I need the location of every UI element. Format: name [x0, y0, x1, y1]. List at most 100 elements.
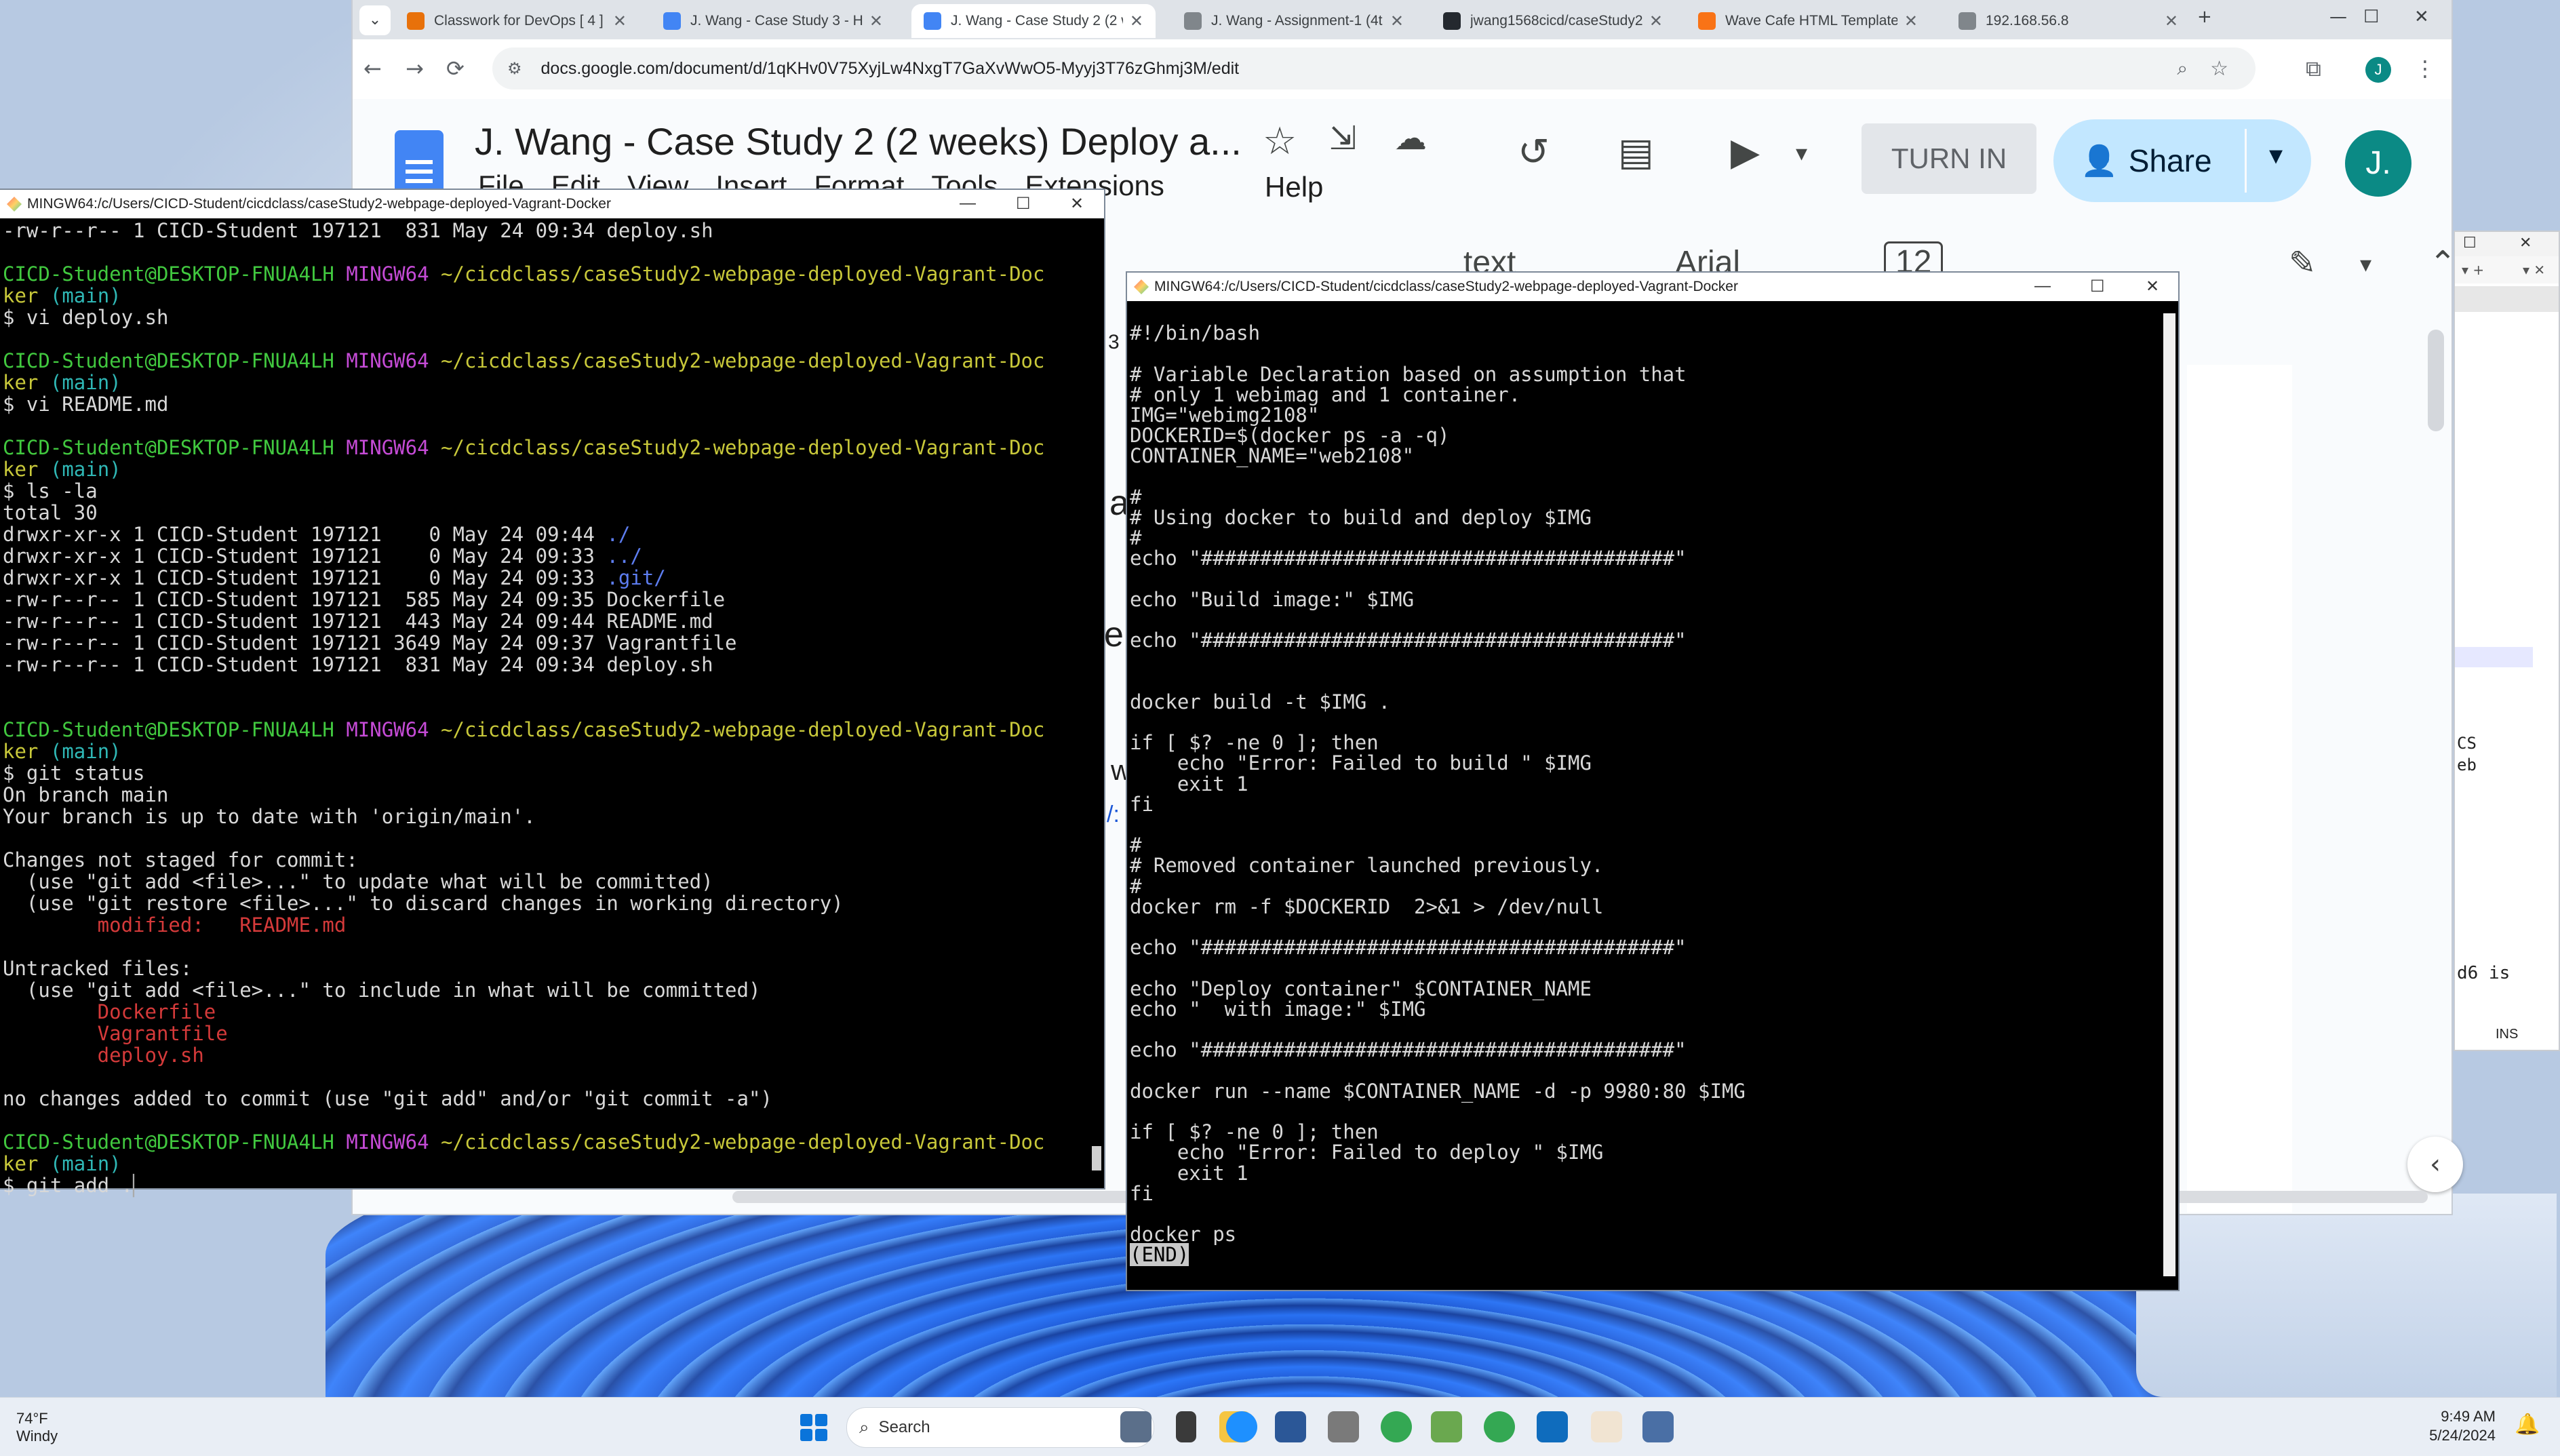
weather-temp: 74°F: [16, 1410, 48, 1427]
tab-close-icon[interactable]: ✕: [2165, 12, 2178, 31]
comments-icon[interactable]: ▤: [1618, 130, 1654, 174]
close-icon[interactable]: ✕: [1070, 194, 1084, 214]
docs-logo-icon[interactable]: [395, 130, 444, 195]
edit-mode-icon[interactable]: ✎: [2289, 244, 2316, 282]
terminal-window-left[interactable]: MINGW64:/c/Users/CICD-Student/cicdclass/…: [0, 190, 1104, 1196]
app-icon[interactable]: [1328, 1411, 1359, 1442]
menu-help[interactable]: Help: [1265, 171, 1323, 203]
turn-in-button[interactable]: TURN IN: [1862, 123, 2036, 194]
system-clock[interactable]: 9:49 AM 5/24/2024: [2394, 1407, 2496, 1445]
taskbar-app-icon[interactable]: [1120, 1411, 1151, 1442]
script-line: echo "Build image:" $IMG: [1130, 587, 1415, 611]
star-icon[interactable]: ☆: [1263, 119, 1297, 163]
maximize-icon[interactable]: ☐: [2363, 7, 2379, 27]
terminal-scrollbar[interactable]: [2163, 313, 2175, 1276]
side-panel-toggle-icon[interactable]: ‹: [2407, 1137, 2463, 1192]
url-text: docs.google.com/document/d/1qKHv0V75XyjL…: [540, 58, 1240, 78]
tab-close-icon[interactable]: ✕: [869, 12, 883, 31]
minimize-icon[interactable]: —: [2329, 7, 2347, 27]
start-button[interactable]: [800, 1414, 827, 1441]
doc-title[interactable]: J. Wang - Case Study 2 (2 weeks) Deploy …: [475, 119, 1242, 163]
edge-icon[interactable]: [1226, 1411, 1257, 1442]
chrome-icon[interactable]: [1381, 1411, 1412, 1442]
app-icon[interactable]: [1431, 1411, 1462, 1442]
background-window: ☐ ✕ ▾ + ▾ ✕ CS eb d6 is INS: [2454, 231, 2560, 1051]
git-bash-icon[interactable]: [1591, 1411, 1622, 1442]
account-avatar[interactable]: J.: [2345, 130, 2411, 197]
doc-page[interactable]: [2187, 365, 2292, 1213]
menu-dots-icon[interactable]: ⋮: [2414, 56, 2436, 81]
edit-mode-dropdown-icon[interactable]: ▾: [2360, 251, 2371, 278]
browser-tab[interactable]: jwang1568cicd/caseStudy2 ✕: [1431, 4, 1675, 38]
bg-text-3: d6 is: [2457, 963, 2510, 983]
meet-icon[interactable]: ▶: [1731, 130, 1760, 174]
doc-scrollbar[interactable]: [2428, 330, 2444, 431]
doc-text-fragment: 3: [1108, 331, 1120, 353]
tab-title: J. Wang - Case Study 2 (2 w: [951, 13, 1123, 28]
weather-widget[interactable]: 74°F Windy: [16, 1410, 58, 1445]
browser-tab[interactable]: Wave Cafe HTML Template ✕: [1686, 4, 1930, 38]
ls-filename: Dockerfile: [606, 588, 726, 611]
browser-tab[interactable]: J. Wang - Case Study 3 - He ✕: [651, 4, 895, 38]
collapse-menu-icon[interactable]: ⌃: [2429, 244, 2456, 282]
bg-close-icon[interactable]: ✕: [2519, 235, 2532, 252]
browser-tab[interactable]: J. Wang - Assignment-1 (4t ✕: [1172, 4, 1416, 38]
new-tab-button[interactable]: +: [2197, 7, 2212, 27]
taskbar-search[interactable]: ⌕ Search: [846, 1407, 1154, 1448]
ls-meta: -rw-r--r-- 1 CICD-Student 197121 443 May…: [3, 610, 607, 633]
version-history-icon[interactable]: ↺: [1518, 130, 1550, 174]
site-info-icon[interactable]: ⚙: [507, 59, 522, 79]
browser-tab[interactable]: 192.168.56.8 ✕: [1946, 4, 2190, 38]
minimize-icon[interactable]: —: [960, 194, 976, 213]
share-dropdown-icon[interactable]: ▾: [2269, 140, 2283, 171]
ls-meta: drwxr-xr-x 1 CICD-Student 197121 0 May 2…: [3, 566, 607, 589]
tab-close-icon[interactable]: ✕: [1904, 12, 1918, 31]
script-line: IMG="webimg2108": [1130, 404, 1320, 427]
bg-maximize-icon[interactable]: ☐: [2463, 235, 2477, 252]
script-line: CONTAINER_NAME="web2108": [1130, 444, 1415, 468]
forward-icon[interactable]: →: [406, 56, 424, 81]
share-button[interactable]: 👤 Share ▾: [2053, 119, 2311, 202]
close-icon[interactable]: ✕: [2146, 277, 2159, 296]
ls-meta: drwxr-xr-x 1 CICD-Student 197121 0 May 2…: [3, 523, 607, 546]
tab-title: J. Wang - Assignment-1 (4t: [1211, 13, 1383, 28]
browser-tab[interactable]: J. Wang - Case Study 2 (2 w ✕: [911, 4, 1156, 38]
bookmark-star-icon[interactable]: ☆: [2210, 57, 2228, 81]
ls-meta: -rw-r--r-- 1 CICD-Student 197121 831 May…: [3, 653, 607, 676]
browser-tab[interactable]: Classwork for DevOps [ 4 ] ✕: [395, 4, 639, 38]
terminal-window-right[interactable]: MINGW64:/c/Users/CICD-Student/cicdclass/…: [1127, 273, 2178, 1290]
tab-title: jwang1568cicd/caseStudy2: [1470, 13, 1642, 28]
terminal-scrollbar[interactable]: [1092, 1146, 1101, 1170]
address-bar[interactable]: ⚙ docs.google.com/document/d/1qKHv0V75Xy…: [492, 47, 2256, 90]
close-icon[interactable]: ✕: [2414, 7, 2429, 27]
move-folder-icon[interactable]: ⇲: [1329, 119, 1356, 157]
tab-search-button[interactable]: ⌄: [359, 5, 391, 35]
profile-avatar[interactable]: J: [2365, 57, 2391, 83]
script-line: # Using docker to build and deploy $IMG: [1130, 506, 1592, 530]
tab-close-icon[interactable]: ✕: [1649, 12, 1663, 31]
notification-bell-icon[interactable]: 🔔: [2515, 1413, 2540, 1436]
outlook-icon[interactable]: [1537, 1411, 1568, 1442]
maximize-icon[interactable]: ☐: [1016, 194, 1031, 214]
virtualbox-icon[interactable]: [1642, 1411, 1674, 1442]
terminal-titlebar[interactable]: MINGW64:/c/Users/CICD-Student/cicdclass/…: [0, 190, 1104, 218]
tab-close-icon[interactable]: ✕: [613, 12, 627, 31]
search-label: Search: [878, 1418, 930, 1436]
reload-icon[interactable]: ⟳: [446, 56, 465, 81]
extensions-icon[interactable]: ⧉: [2306, 56, 2321, 82]
prompt: CICD-Student@DESKTOP-FNUA4LH MINGW64 ~/c…: [3, 718, 1045, 763]
bg-status-ins: INS: [2496, 1027, 2519, 1042]
zoom-icon[interactable]: ⌕: [2177, 58, 2188, 80]
chrome-icon[interactable]: [1484, 1411, 1515, 1442]
script-line: echo "##################################…: [1130, 629, 1687, 652]
meet-dropdown-icon[interactable]: ▾: [1796, 140, 1807, 167]
minimize-icon[interactable]: —: [2034, 277, 2051, 296]
tab-close-icon[interactable]: ✕: [1130, 12, 1143, 31]
tab-close-icon[interactable]: ✕: [1390, 12, 1404, 31]
terminal-titlebar[interactable]: MINGW64:/c/Users/CICD-Student/cicdclass/…: [1127, 273, 2178, 301]
back-icon[interactable]: ←: [363, 56, 382, 81]
mintty-icon: [7, 197, 22, 212]
maximize-icon[interactable]: ☐: [2090, 277, 2105, 296]
task-view-icon[interactable]: [1176, 1411, 1196, 1442]
store-icon[interactable]: [1275, 1411, 1306, 1442]
